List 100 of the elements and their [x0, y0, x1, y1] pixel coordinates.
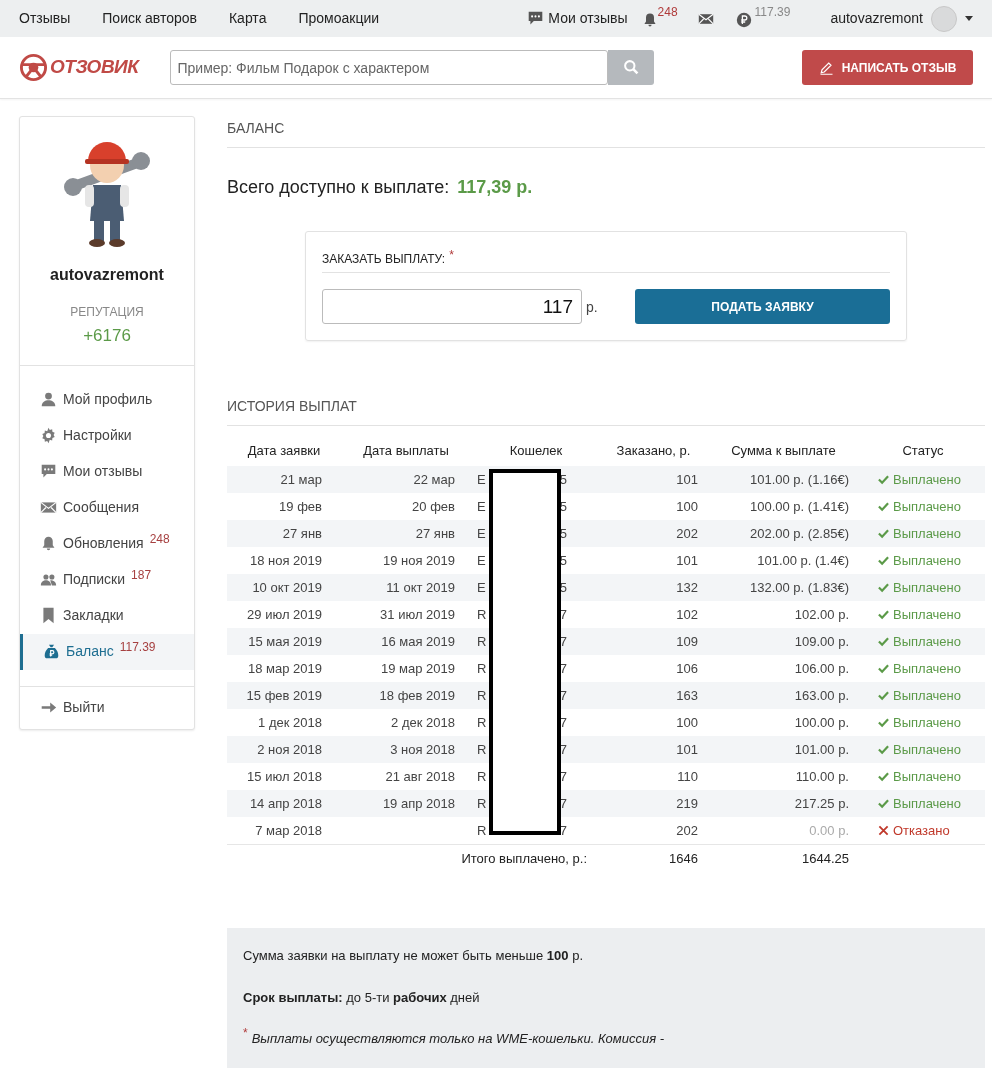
- table-cell: 163: [676, 687, 698, 703]
- table-cell: 29 июл 2019: [247, 606, 322, 622]
- currency-label: р.: [586, 298, 598, 317]
- check-icon: [878, 717, 889, 728]
- table-cell-text: E: [477, 551, 486, 570]
- top-nav-link[interactable]: Карта: [228, 8, 267, 29]
- table-cell-text: R: [477, 713, 487, 732]
- table-cell: 102: [676, 606, 698, 622]
- table-cell: 27 янв: [282, 525, 322, 541]
- sidebar-item[interactable]: Обновления 248: [20, 525, 194, 562]
- table-cell: 15 фев 2019: [246, 687, 322, 703]
- amount-input[interactable]: 117: [322, 289, 582, 324]
- status-label: Выплачено: [893, 524, 961, 543]
- logo[interactable]: ОТЗОВИК: [50, 53, 139, 82]
- table-cell: 100.00 р. (1.41€): [749, 498, 849, 514]
- check-icon: [878, 474, 889, 485]
- status-label: Выплачено: [893, 659, 961, 678]
- payout-term-note: Срок выплаты: до 5-ти рабочих дней: [243, 988, 481, 1007]
- search-icon: [622, 59, 640, 76]
- check-icon: [878, 555, 889, 566]
- table-cell: 19 апр 2018: [382, 795, 455, 811]
- table-cell: 18 ноя 2019: [249, 552, 322, 568]
- sidebar-item[interactable]: Мои отзывы: [20, 453, 194, 490]
- top-nav-link[interactable]: Поиск авторов: [102, 8, 197, 29]
- status-label: Выплачено: [893, 767, 961, 786]
- table-cell: 18 фев 2019: [379, 687, 455, 703]
- table-cell: 163.00 р.: [794, 687, 849, 703]
- table-cell: 106: [676, 660, 698, 676]
- table-cell: 217.25 р.: [794, 795, 849, 811]
- table-cell: 0.00 р.: [809, 822, 849, 838]
- table-cell: 106.00 р.: [794, 660, 849, 676]
- sidebar-item-label: Мои отзывы: [63, 462, 143, 481]
- column-header: Кошелек: [508, 441, 564, 460]
- wallet-footnote: Выплаты осуществляются только на WME-кошельки. Комиссия -: [251, 1030, 665, 1048]
- sidebar-item-label: Настройки: [63, 426, 132, 445]
- top-nav-link[interactable]: Промоакции: [298, 8, 380, 29]
- logout-link[interactable]: Выйти: [20, 692, 194, 723]
- table-cell: 19 мар 2019: [381, 660, 455, 676]
- table-cell: 20 фев: [412, 498, 455, 514]
- sidebar-item-label: Подписки: [63, 570, 126, 589]
- table-cell: 15 мая 2019: [248, 633, 322, 649]
- balance-amount: 117.39: [754, 4, 791, 21]
- search-field[interactable]: Пример: Фильм Подарок с характером: [170, 50, 609, 85]
- table-cell: 101.00 р.: [794, 741, 849, 757]
- check-icon: [878, 609, 889, 620]
- sidebar-item[interactable]: Закладки: [20, 597, 194, 634]
- section-title: БАЛАНС: [227, 116, 985, 148]
- caret-icon[interactable]: [965, 16, 973, 21]
- status-label: Выплачено: [893, 497, 961, 516]
- table-cell: 101: [676, 552, 698, 568]
- check-icon: [878, 744, 889, 755]
- available-label: Всего доступно к выплате:: [227, 176, 450, 199]
- table-cell: 21 авг 2018: [385, 768, 455, 784]
- table-cell: 14 апр 2018: [249, 795, 322, 811]
- payout-form-label: ЗАКАЗАТЬ ВЫПЛАТУ:: [322, 251, 446, 268]
- sidebar-item-label: Закладки: [63, 606, 124, 625]
- check-icon: [878, 582, 889, 593]
- sidebar-item[interactable]: Баланс 117.39: [20, 633, 194, 670]
- sidebar-item-count: 117.39: [119, 638, 156, 656]
- submit-request-button[interactable]: ПОДАТЬ ЗАЯВКУ: [635, 289, 890, 324]
- speech-bubble-icon: [40, 463, 57, 480]
- column-header: Статус: [901, 441, 945, 460]
- check-icon: [878, 501, 889, 512]
- status-label: Отказано: [893, 821, 950, 840]
- status-label: Выплачено: [893, 713, 961, 732]
- column-header: Дата заявки: [246, 441, 322, 460]
- table-cell-text: E: [477, 524, 486, 543]
- table-cell: 3 ноя 2018: [390, 741, 455, 757]
- sidebar-item[interactable]: Подписки 187: [20, 561, 194, 598]
- bell-icon: [40, 535, 57, 552]
- status-label: Выплачено: [893, 740, 961, 759]
- sidebar-item-label: Сообщения: [63, 498, 139, 517]
- column-header: Заказано, р.: [615, 441, 692, 460]
- table-cell: 202: [676, 822, 698, 838]
- cross-icon: [878, 825, 889, 836]
- reputation-value: +6176: [83, 325, 131, 347]
- user-icon: [40, 391, 57, 408]
- my-reviews-link[interactable]: Мои отзывы: [527, 8, 628, 29]
- username-link[interactable]: autovazremont: [830, 8, 923, 29]
- logo-icon[interactable]: [19, 53, 48, 82]
- top-nav-link[interactable]: Отзывы: [19, 8, 71, 29]
- table-cell-text: R: [477, 821, 487, 840]
- total-label: Итого выплачено, р.:: [461, 850, 587, 866]
- sidebar-item[interactable]: Настройки: [20, 417, 194, 454]
- profile-username: autovazremont: [50, 265, 164, 285]
- sidebar-item-label: Обновления: [63, 534, 144, 553]
- table-cell: 109.00 р.: [794, 633, 849, 649]
- table-cell: 101.00 р. (1.16€): [749, 471, 849, 487]
- table-cell: 101.00 р. (1.4€): [757, 552, 849, 568]
- table-cell: 16 мая 2019: [381, 633, 455, 649]
- total-ordered: 1646: [669, 850, 698, 866]
- sidebar-item[interactable]: Сообщения: [20, 489, 194, 526]
- column-header: Сумма к выплате: [730, 441, 837, 460]
- status-label: Выплачено: [893, 794, 961, 813]
- table-cell: 202: [676, 525, 698, 541]
- status-label: Выплачено: [893, 605, 961, 624]
- sidebar-item[interactable]: Мой профиль: [20, 381, 194, 418]
- write-review-button[interactable]: НАПИСАТЬ ОТЗЫВ: [802, 50, 973, 85]
- money-bag-icon: [43, 643, 60, 660]
- check-icon: [878, 771, 889, 782]
